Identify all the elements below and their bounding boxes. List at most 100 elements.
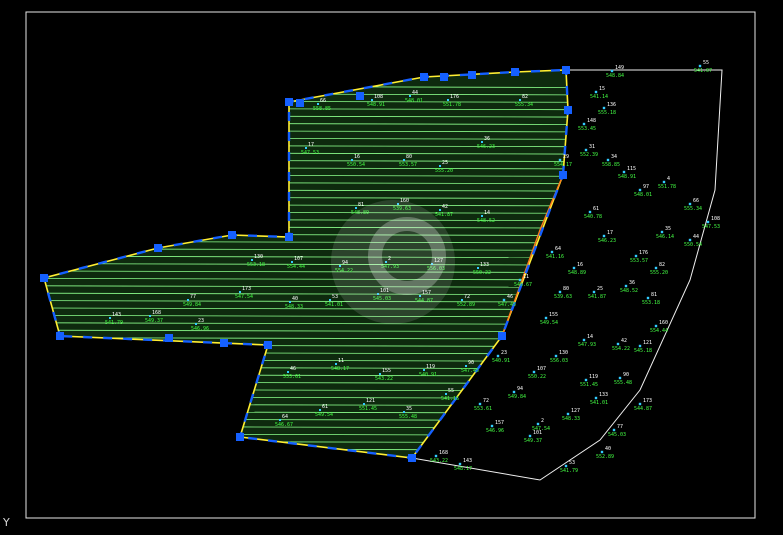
spot-elevation: 553.61	[474, 406, 492, 412]
point-number: 61	[322, 404, 328, 410]
spot-elevation: 543.22	[430, 458, 448, 464]
spot-elevation: 553.18	[247, 262, 265, 268]
point-marker	[403, 411, 405, 413]
point-number: 148	[587, 118, 596, 124]
point-marker	[445, 393, 447, 395]
point-number: 64	[555, 246, 561, 252]
drawing-canvas[interactable]: 55541.07149548.8415541.14136555.18148553…	[0, 0, 783, 535]
point-marker	[662, 180, 666, 184]
point-marker	[502, 298, 506, 302]
point-marker	[149, 315, 151, 317]
point-marker	[379, 373, 381, 375]
spot-elevation: 541.01	[590, 400, 608, 406]
vertex-grip[interactable]	[511, 68, 519, 76]
point-marker	[423, 369, 425, 371]
point-marker	[109, 317, 111, 319]
vertex-grip[interactable]	[154, 244, 162, 252]
point-marker	[195, 323, 197, 325]
point-number: 143	[463, 458, 472, 464]
vertex-grip[interactable]	[220, 339, 228, 347]
point-number: 17	[308, 142, 314, 148]
point-number: 11	[523, 274, 529, 280]
vertex-grip[interactable]	[165, 334, 173, 342]
point-marker	[291, 261, 293, 263]
point-marker	[616, 342, 620, 346]
vertex-grip[interactable]	[40, 274, 48, 282]
spot-elevation: 556.03	[550, 358, 568, 364]
point-number: 168	[439, 450, 448, 456]
vertex-grip[interactable]	[356, 92, 364, 100]
point-number: 2	[541, 418, 544, 424]
point-number: 119	[589, 374, 598, 380]
vertex-grip[interactable]	[285, 98, 293, 106]
loading-spinner-watermark	[331, 200, 455, 324]
spot-elevation: 552.39	[580, 152, 598, 158]
point-number: 55	[448, 388, 454, 394]
vertex-grip[interactable]	[228, 231, 236, 239]
point-marker	[646, 296, 650, 300]
point-marker	[638, 188, 642, 192]
point-number: 15	[599, 86, 605, 92]
point-marker	[461, 299, 463, 301]
point-marker	[706, 220, 710, 224]
vertex-grip[interactable]	[236, 433, 244, 441]
point-number: 40	[292, 296, 298, 302]
spot-elevation: 555.48	[614, 380, 632, 386]
spot-elevation: 541.16	[546, 254, 564, 260]
point-marker	[481, 215, 483, 217]
spot-elevation: 548.52	[620, 288, 638, 294]
spot-elevation: 548.33	[562, 416, 580, 422]
vertex-grip[interactable]	[285, 233, 293, 241]
spot-elevation: 546.96	[486, 428, 504, 434]
point-number: 64	[282, 414, 288, 420]
spot-elevation: 548.01	[405, 98, 423, 104]
point-marker	[544, 316, 548, 320]
vertex-grip[interactable]	[559, 171, 567, 179]
point-number: 115	[627, 166, 636, 172]
point-number: 149	[615, 65, 624, 71]
point-marker	[409, 95, 411, 97]
point-number: 133	[599, 392, 608, 398]
point-number: 16	[577, 262, 583, 268]
point-number: 82	[522, 94, 528, 100]
vertex-grip[interactable]	[498, 332, 506, 340]
point-marker	[439, 209, 441, 211]
point-marker	[618, 376, 622, 380]
vertex-grip[interactable]	[562, 66, 570, 74]
point-marker	[335, 363, 337, 365]
point-marker	[319, 409, 321, 411]
spot-elevation: 548.91	[618, 174, 636, 180]
point-number: 46	[507, 294, 513, 300]
point-number: 42	[442, 204, 448, 210]
point-marker	[582, 122, 586, 126]
point-number: 121	[643, 340, 652, 346]
spot-elevation: 552.89	[457, 302, 475, 308]
vertex-grip[interactable]	[56, 332, 64, 340]
vertex-grip[interactable]	[440, 73, 448, 81]
spot-elevation: 547.93	[578, 342, 596, 348]
vertex-grip[interactable]	[408, 454, 416, 462]
spot-elevation: 546.67	[514, 282, 532, 288]
point-number: 81	[358, 202, 364, 208]
point-number: 136	[607, 102, 616, 108]
spot-elevation: 540.91	[492, 358, 510, 364]
vertex-grip[interactable]	[296, 99, 304, 107]
point-marker	[355, 207, 357, 209]
point-marker	[606, 158, 610, 162]
vertex-grip[interactable]	[264, 341, 272, 349]
spot-elevation: 541.07	[694, 68, 712, 74]
point-marker	[439, 165, 441, 167]
point-marker	[602, 106, 606, 110]
point-number: 42	[621, 338, 627, 344]
point-marker	[351, 159, 353, 161]
point-marker	[512, 390, 516, 394]
point-number: 35	[665, 226, 671, 232]
vertex-grip[interactable]	[468, 71, 476, 79]
point-number: 77	[617, 424, 623, 430]
vertex-grip[interactable]	[564, 106, 572, 114]
vertex-grip[interactable]	[420, 73, 428, 81]
point-number: 29	[563, 154, 569, 160]
point-marker	[465, 365, 467, 367]
point-marker	[612, 428, 616, 432]
spot-elevation: 547.54	[235, 294, 253, 300]
